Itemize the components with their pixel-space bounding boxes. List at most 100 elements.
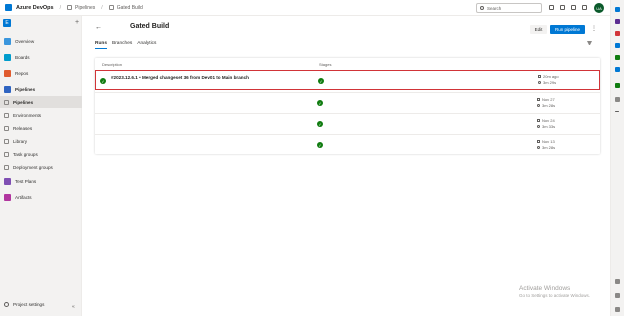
- table-row[interactable]: ✓ #2023.12.6.1 • Merged changeset 36 fro…: [95, 70, 600, 90]
- deployment-groups-icon: [4, 164, 9, 170]
- run-when: Nov 27: [537, 97, 555, 102]
- overview-icon: [4, 37, 11, 45]
- sidebar-item-artifacts[interactable]: Artifacts: [0, 191, 82, 203]
- calendar-icon: [537, 140, 540, 143]
- artifacts-icon: [4, 193, 11, 201]
- rail-settings-icon[interactable]: [615, 293, 620, 298]
- watermark-title: Activate Windows: [519, 285, 571, 292]
- run-duration: 3m 28s: [537, 145, 555, 150]
- stage-success-icon[interactable]: ✓: [317, 142, 323, 148]
- back-arrow-icon[interactable]: ←: [95, 24, 102, 31]
- sidebar-item-pipelines[interactable]: Pipelines: [0, 83, 82, 95]
- clock-icon: [537, 125, 540, 128]
- activate-windows-watermark: Activate Windows Go to Settings to activ…: [519, 285, 590, 298]
- stage-success-icon[interactable]: ✓: [317, 121, 323, 127]
- project-switcher[interactable]: E +: [3, 19, 79, 27]
- rail-add-icon[interactable]: [615, 111, 619, 112]
- run-when: Nov 13: [537, 139, 555, 144]
- marketplace-icon[interactable]: [560, 5, 565, 10]
- brand-name[interactable]: Azure DevOps: [16, 5, 54, 11]
- more-options-icon[interactable]: ⋮: [591, 25, 597, 32]
- watermark-subtitle: Go to Settings to activate Windows.: [519, 293, 591, 298]
- calendar-icon: [537, 119, 540, 122]
- clock-icon: [537, 104, 540, 107]
- rail-extension-icon[interactable]: [615, 7, 620, 12]
- help-icon[interactable]: [571, 5, 576, 10]
- rail-extension-icon[interactable]: [615, 97, 620, 102]
- rail-extension-icon[interactable]: [615, 83, 620, 88]
- search-placeholder: Search: [487, 5, 502, 11]
- azure-devops-logo-icon[interactable]: [5, 4, 12, 11]
- extensions-rail: [610, 0, 624, 316]
- breadcrumb-separator: /: [59, 4, 61, 11]
- calendar-icon: [537, 98, 540, 101]
- rail-extension-icon[interactable]: [615, 31, 620, 36]
- top-bar: Azure DevOps / Pipelines / Gated Build S…: [0, 0, 610, 16]
- sidebar-subitem-task-groups[interactable]: Task groups: [0, 148, 82, 160]
- sidebar-subitem-releases[interactable]: Releases: [0, 122, 82, 134]
- project-initial: E: [3, 19, 11, 27]
- environments-icon: [4, 112, 9, 118]
- user-settings-icon[interactable]: [582, 5, 587, 10]
- pipeline-crumb-icon: [108, 5, 114, 10]
- edit-button[interactable]: Edit: [530, 25, 547, 34]
- tab-bar: Runs Branches Analytics: [95, 41, 156, 49]
- sidebar-subitem-pipelines[interactable]: Pipelines: [0, 96, 82, 108]
- sidebar-item-overview[interactable]: Overview: [0, 35, 82, 47]
- releases-icon: [4, 125, 9, 131]
- stage-success-icon[interactable]: ✓: [318, 78, 324, 84]
- sidebar-subitem-environments[interactable]: Environments: [0, 109, 82, 121]
- runs-table: Description Stages ✓ #2023.12.6.1 • Merg…: [95, 58, 600, 154]
- rail-extension-icon[interactable]: [615, 55, 620, 60]
- table-row[interactable]: ✓ Nov 13 3m 28s: [95, 134, 600, 154]
- column-header-stages: Stages: [319, 62, 332, 67]
- run-description: #2023.12.6.1 • Merged changeset 36 from …: [111, 75, 249, 80]
- rail-extension-icon[interactable]: [615, 43, 620, 48]
- table-row[interactable]: ✓ Nov 24 3m 33s: [95, 113, 600, 133]
- search-icon: [480, 6, 484, 10]
- test-plans-icon: [4, 177, 11, 185]
- avatar[interactable]: UA: [594, 3, 604, 13]
- run-pipeline-button[interactable]: Run pipeline: [550, 25, 585, 34]
- rail-settings-icon[interactable]: [615, 307, 620, 312]
- sidebar-item-boards[interactable]: Boards: [0, 51, 82, 63]
- run-duration: 3m 33s: [537, 124, 555, 129]
- page-header: ← Gated Build: [95, 23, 169, 31]
- rail-extension-icon[interactable]: [615, 67, 620, 72]
- table-row[interactable]: ✓ Nov 27 3m 28s: [95, 92, 600, 112]
- stage-success-icon[interactable]: ✓: [317, 100, 323, 106]
- add-icon[interactable]: +: [75, 19, 79, 26]
- breadcrumb-separator: /: [101, 4, 103, 11]
- search-box[interactable]: Search: [476, 3, 542, 13]
- breadcrumb-pipelines[interactable]: Pipelines: [67, 5, 95, 11]
- gear-icon: [4, 302, 9, 307]
- project-settings[interactable]: Project settings: [4, 302, 44, 307]
- calendar-icon: [538, 75, 541, 78]
- sidebar-subitem-library[interactable]: Library: [0, 135, 82, 147]
- success-check-icon: ✓: [100, 78, 106, 84]
- sidebar-item-repos[interactable]: Repos: [0, 67, 82, 79]
- boards-icon: [4, 53, 11, 61]
- task-groups-icon: [4, 151, 9, 157]
- tab-runs[interactable]: Runs: [95, 41, 107, 49]
- task-list-icon[interactable]: [549, 5, 554, 10]
- rail-settings-icon[interactable]: [615, 279, 620, 284]
- tab-analytics[interactable]: Analytics: [137, 41, 156, 49]
- filter-icon[interactable]: [587, 41, 592, 46]
- sidebar: E + Overview Boards Repos Pipelines Pipe…: [0, 16, 82, 316]
- pipelines-crumb-icon: [67, 5, 72, 10]
- breadcrumb-gated-build[interactable]: Gated Build: [108, 5, 143, 11]
- run-when: Nov 24: [537, 118, 555, 123]
- library-icon: [4, 138, 9, 144]
- sidebar-item-test-plans[interactable]: Test Plans: [0, 175, 82, 187]
- sidebar-subitem-deployment-groups[interactable]: Deployment groups: [0, 161, 82, 173]
- collapse-sidebar-icon[interactable]: «: [72, 304, 75, 310]
- repos-icon: [4, 69, 11, 77]
- rail-extension-icon[interactable]: [615, 19, 620, 24]
- clock-icon: [538, 81, 541, 84]
- run-duration: 3m 28s: [537, 103, 555, 108]
- clock-icon: [537, 146, 540, 149]
- run-when: 20m ago: [538, 74, 559, 79]
- tab-branches[interactable]: Branches: [112, 41, 132, 49]
- pipelines-sub-icon: [4, 99, 9, 105]
